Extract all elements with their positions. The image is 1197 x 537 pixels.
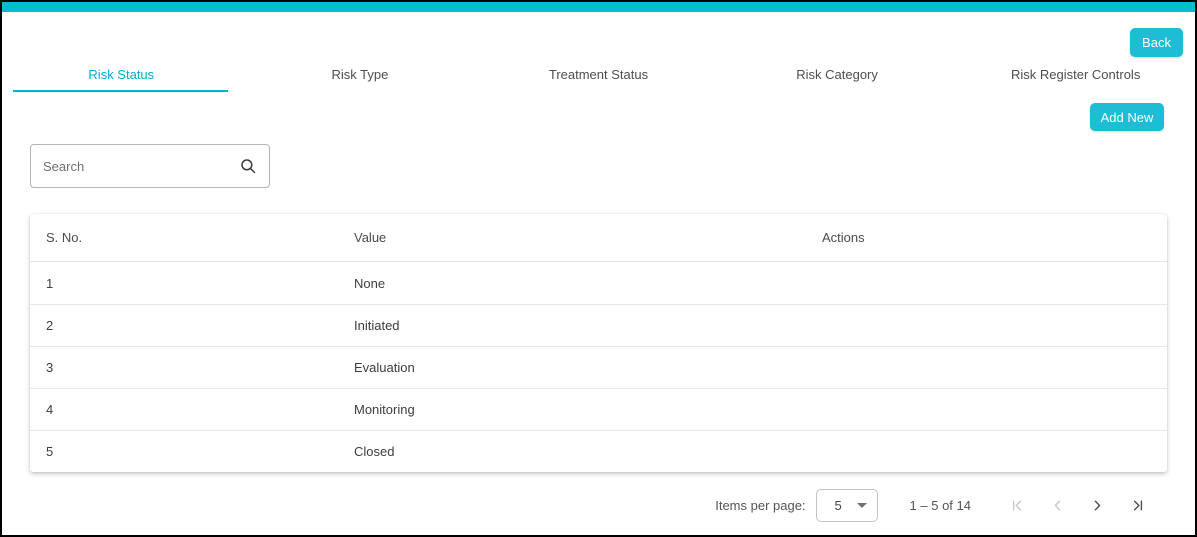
cell-value: None (354, 276, 822, 291)
items-per-page-label: Items per page: (715, 498, 805, 513)
tab-treatment-status[interactable]: Treatment Status (479, 57, 718, 92)
tab-risk-type[interactable]: Risk Type (241, 57, 480, 92)
table-card: S. No. Value Actions 1 None 2 Initiated … (30, 214, 1167, 472)
previous-page-icon (1037, 488, 1077, 522)
page-range-label: 1 – 5 of 14 (910, 498, 971, 513)
search-icon (239, 157, 269, 175)
page-size-value: 5 (835, 498, 842, 513)
table-row: 3 Evaluation (30, 346, 1167, 388)
next-page-icon[interactable] (1077, 488, 1117, 522)
table-body: 1 None 2 Initiated 3 Evaluation 4 Monito… (30, 262, 1167, 472)
table-row: 4 Monitoring (30, 388, 1167, 430)
column-header-sno: S. No. (30, 230, 354, 245)
cell-value: Initiated (354, 318, 822, 333)
tab-risk-register-controls[interactable]: Risk Register Controls (956, 57, 1195, 92)
last-page-icon[interactable] (1117, 488, 1157, 522)
column-header-actions: Actions (822, 230, 1167, 245)
page-nav-buttons (997, 488, 1157, 522)
paginator: Items per page: 5 1 – 5 of 14 (715, 488, 1157, 522)
cell-value: Closed (354, 444, 822, 459)
column-header-value: Value (354, 230, 822, 245)
search-input[interactable] (31, 159, 239, 174)
cell-value: Monitoring (354, 402, 822, 417)
page-size-select[interactable]: 5 (816, 489, 878, 522)
search-box (30, 144, 270, 188)
first-page-icon (997, 488, 1037, 522)
tab-risk-category[interactable]: Risk Category (718, 57, 957, 92)
tab-risk-status[interactable]: Risk Status (2, 57, 241, 92)
table-row: 5 Closed (30, 430, 1167, 472)
cell-sno: 2 (30, 318, 354, 333)
table-row: 2 Initiated (30, 304, 1167, 346)
cell-sno: 3 (30, 360, 354, 375)
cell-sno: 4 (30, 402, 354, 417)
add-new-button[interactable]: Add New (1090, 103, 1164, 131)
table-header-row: S. No. Value Actions (30, 214, 1167, 262)
app-window: Back Risk Status Risk Type Treatment Sta… (0, 0, 1197, 537)
cell-value: Evaluation (354, 360, 822, 375)
cell-sno: 1 (30, 276, 354, 291)
cell-sno: 5 (30, 444, 354, 459)
chevron-down-icon (857, 503, 867, 508)
table-row: 1 None (30, 262, 1167, 304)
top-accent-bar (2, 2, 1195, 12)
tab-bar: Risk Status Risk Type Treatment Status R… (2, 57, 1195, 92)
back-button[interactable]: Back (1130, 28, 1183, 57)
